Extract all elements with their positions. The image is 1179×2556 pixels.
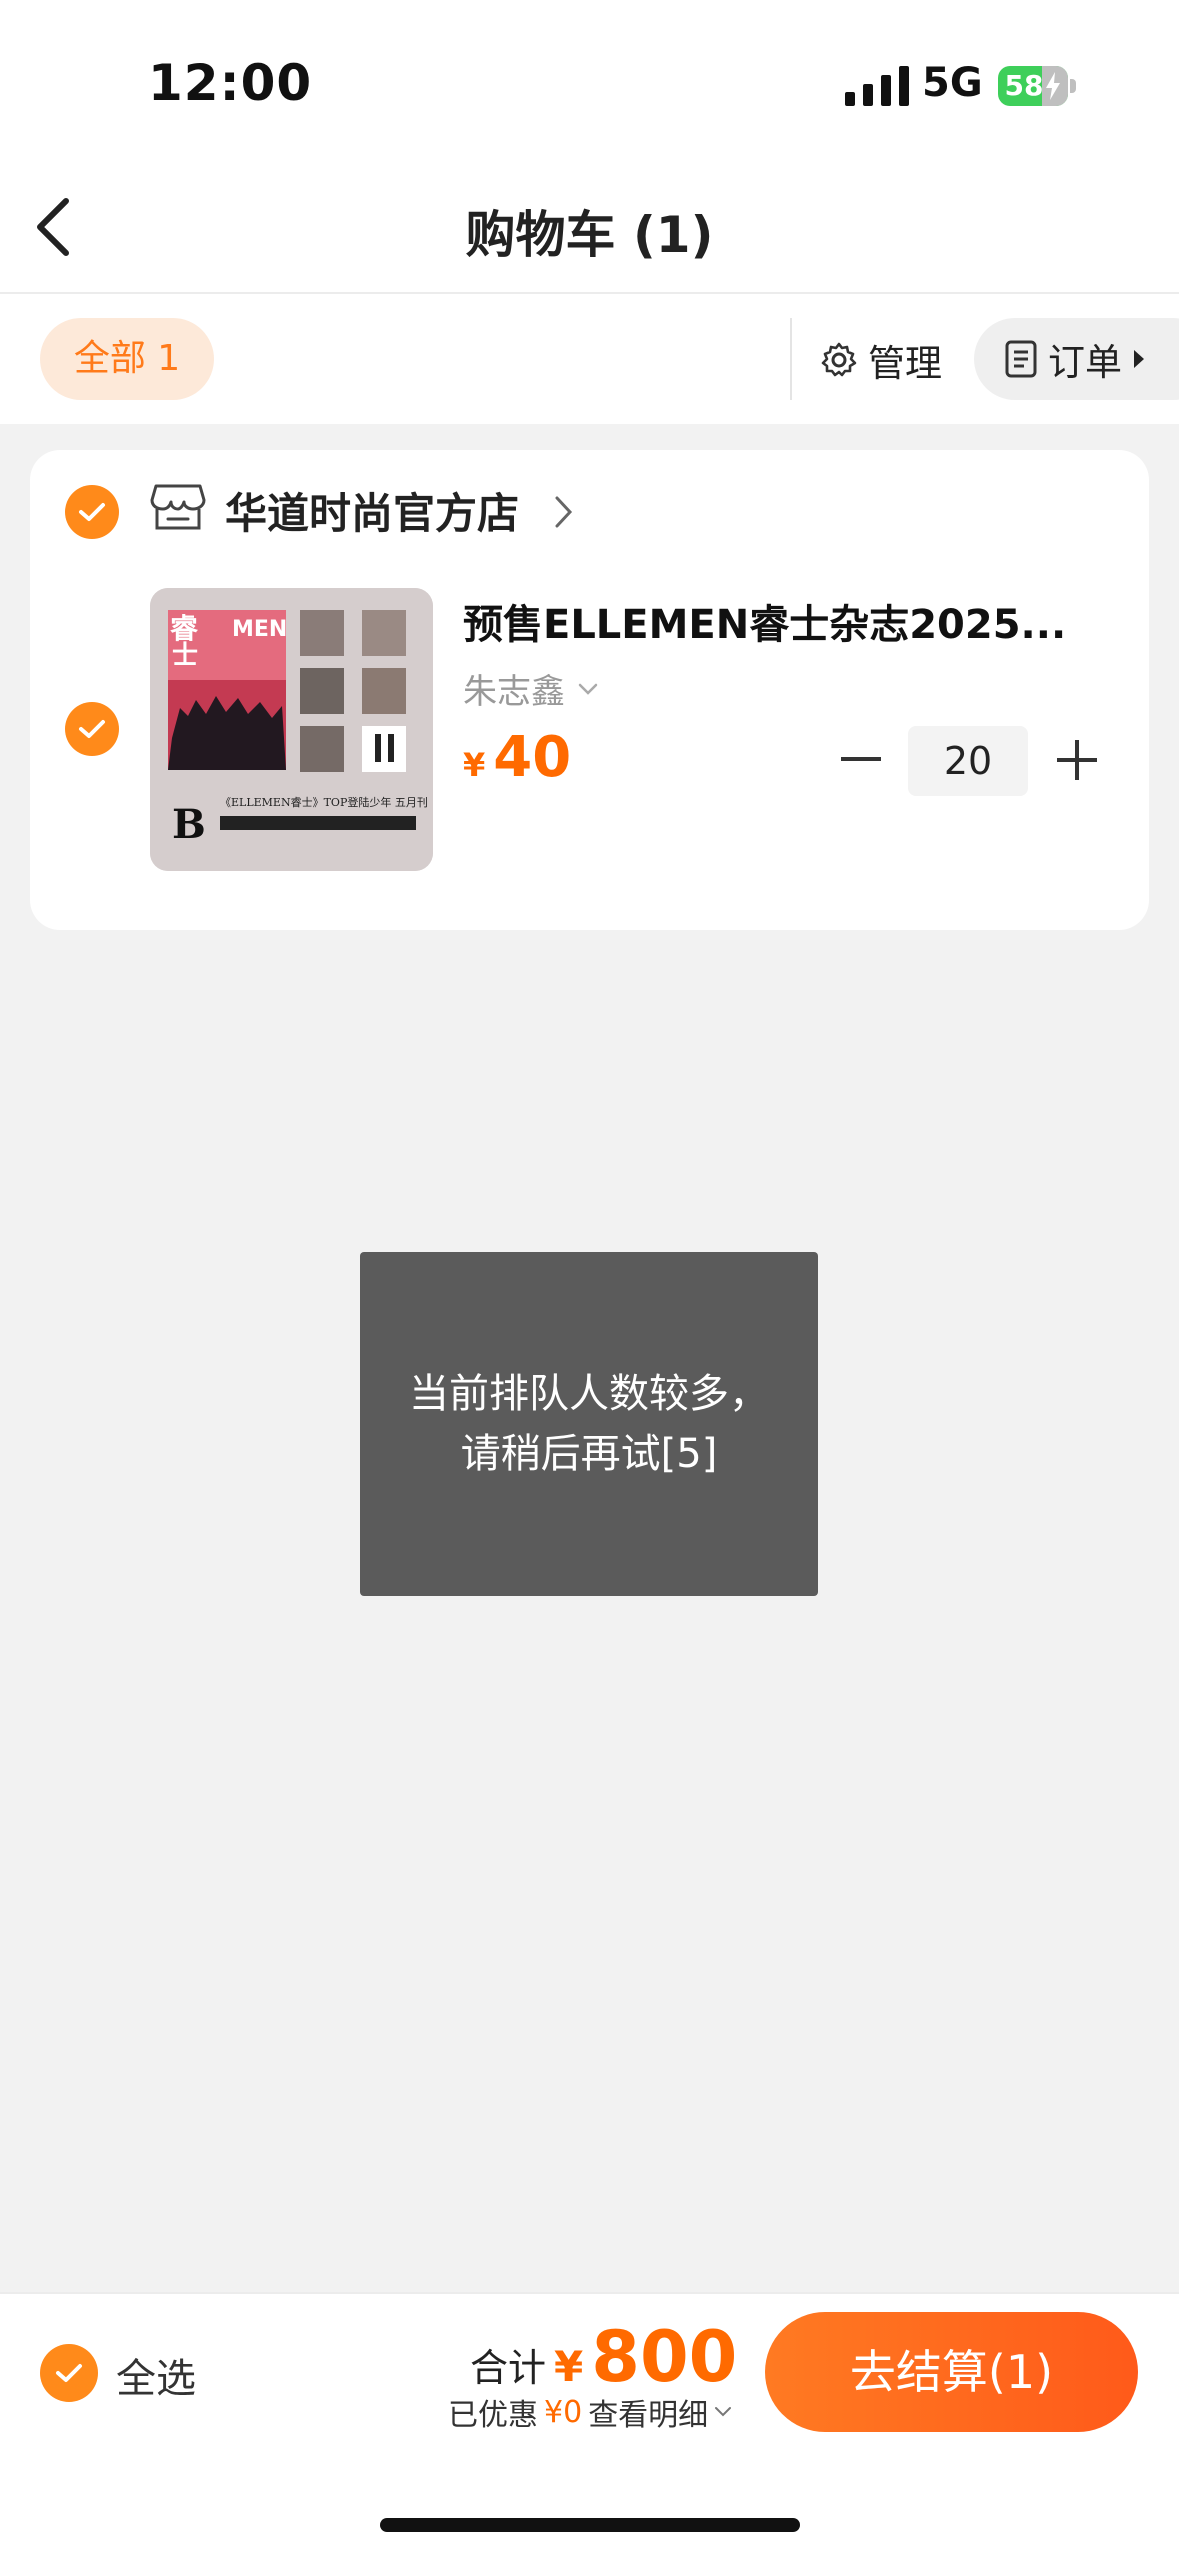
total-amount: 合计 ¥ 800 [470, 2316, 737, 2398]
total-value: 800 [591, 2316, 738, 2398]
select-all-label[interactable]: 全选 [116, 2346, 196, 2404]
toast-message: 当前排队人数较多， 请稍后再试[5] [360, 1252, 818, 1596]
svg-text:MEN: MEN [232, 617, 287, 642]
gear-icon [821, 342, 857, 377]
price-currency: ¥ [463, 746, 486, 784]
total-label: 合计 [470, 2346, 547, 2390]
status-time: 12:00 [148, 54, 313, 112]
discount-details[interactable]: 已优惠 ¥0 查看明细 [448, 2390, 732, 2434]
variant-label: 朱志鑫 [463, 672, 565, 712]
discount-label: 已优惠 [448, 2398, 538, 2433]
battery-level: 58 [1004, 69, 1044, 102]
toast-line-2: 请稍后再试[5] [460, 1431, 718, 1477]
svg-text:士: 士 [172, 641, 198, 671]
price-value: 40 [493, 725, 572, 790]
home-indicator [380, 2518, 800, 2532]
filter-all-chip[interactable]: 全部 1 [40, 318, 214, 400]
check-icon [79, 503, 105, 521]
product-price: ¥ 40 [463, 725, 571, 790]
manage-button[interactable]: 管理 [820, 330, 942, 390]
view-details-link[interactable]: 查看明细 [588, 2390, 708, 2434]
store-name[interactable]: 华道时尚官方店 [225, 480, 519, 541]
orders-label: 订单 [1048, 341, 1122, 384]
svg-text:《ELLEMEN睿士》TOP登陆少年 五月刊: 《ELLEMEN睿士》TOP登陆少年 五月刊 [220, 795, 428, 809]
select-all-checkbox[interactable] [40, 2344, 98, 2402]
check-icon [79, 720, 105, 738]
minus-icon [841, 757, 881, 761]
page-title: 购物车 (1) [465, 206, 714, 264]
network-type: 5G [922, 60, 983, 106]
filter-divider [790, 318, 792, 400]
quantity-field[interactable]: 20 [908, 726, 1028, 796]
product-thumbnail[interactable]: 睿 士 MEN B 《ELLEMEN睿士》TOP登陆少年 五月刊 [150, 588, 433, 871]
decrease-quantity-button[interactable] [836, 730, 886, 790]
caret-right-icon [1134, 350, 1144, 368]
variant-selector[interactable]: 朱志鑫 [463, 664, 599, 713]
toast-line-1: 当前排队人数较多， [409, 1371, 769, 1417]
manage-label: 管理 [868, 342, 942, 385]
item-checkbox[interactable] [65, 702, 119, 756]
magazine-cover-image: 睿 士 MEN B 《ELLEMEN睿士》TOP登陆少年 五月刊 [150, 588, 433, 871]
discount-value: ¥0 [544, 2394, 583, 2430]
chevron-right-icon[interactable] [553, 494, 575, 534]
checkout-button[interactable]: 去结算(1) [765, 2312, 1138, 2432]
signal-icon [845, 66, 911, 110]
store-icon [150, 480, 206, 538]
total-currency: ¥ [554, 2342, 584, 2391]
chevron-down-icon [715, 2407, 732, 2417]
orders-button[interactable]: 订单 [974, 318, 1179, 400]
plus-icon [1057, 740, 1097, 780]
order-list-icon [1005, 340, 1037, 378]
battery-icon: 58 [998, 66, 1076, 106]
svg-text:B: B [172, 801, 206, 848]
chevron-down-icon [578, 683, 598, 695]
store-checkbox[interactable] [65, 485, 119, 539]
increase-quantity-button[interactable] [1050, 730, 1104, 790]
check-icon [56, 2364, 82, 2382]
product-title[interactable]: 预售ELLEMEN睿士杂志2025... [463, 592, 1073, 650]
